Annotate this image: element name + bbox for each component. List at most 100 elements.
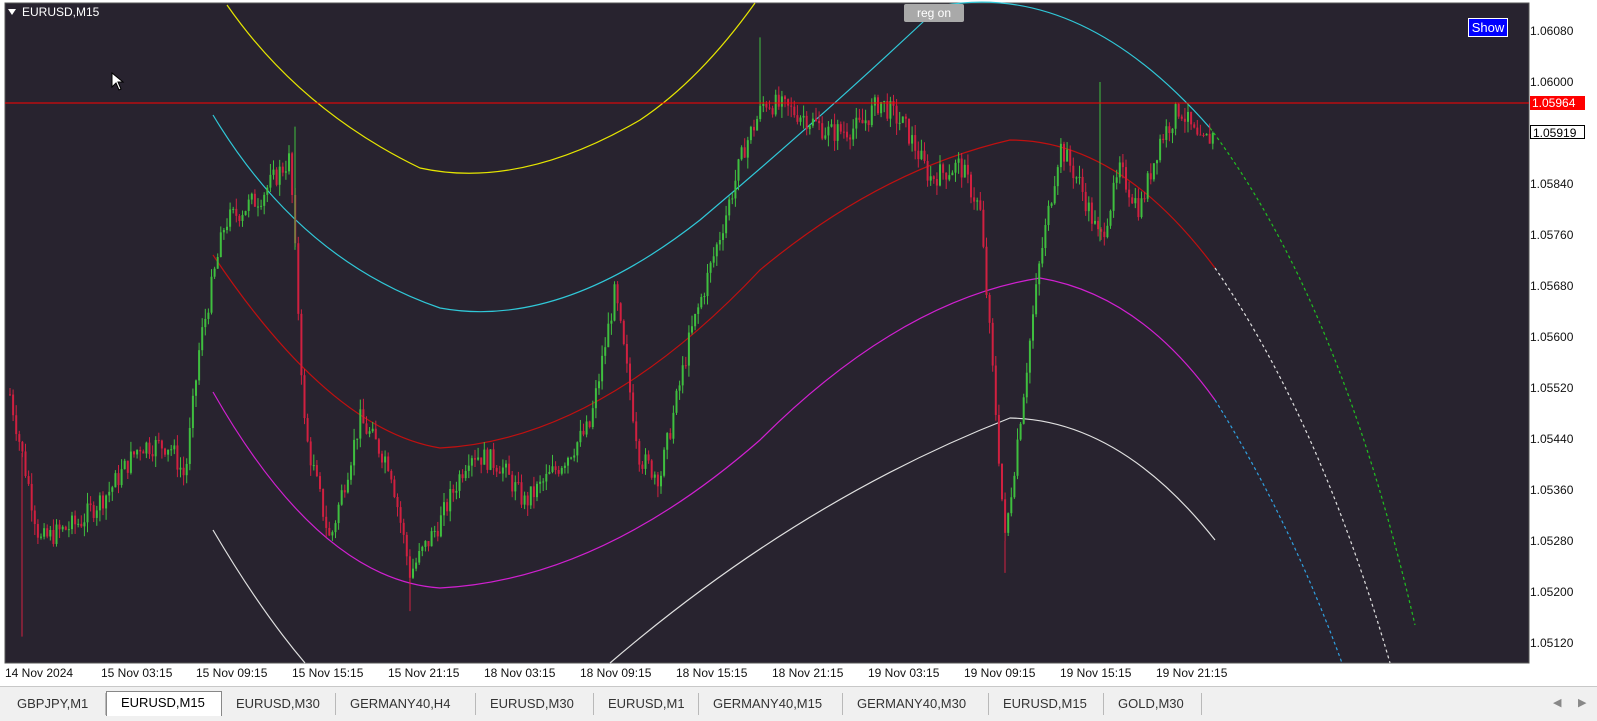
- candle-body: [638, 441, 641, 465]
- candle-body: [204, 318, 207, 328]
- candle-body: [948, 175, 951, 180]
- candle-body: [536, 483, 538, 498]
- candle-body: [895, 105, 898, 124]
- candle-body: [768, 107, 771, 109]
- tab-germany40-h4[interactable]: GERMANY40,H4: [336, 693, 476, 715]
- candle-body: [89, 503, 92, 506]
- tab-eurusd-m15[interactable]: EURUSD,M15: [106, 691, 222, 716]
- time-axis-label: 15 Nov 15:15: [292, 666, 364, 680]
- candle-body: [43, 528, 46, 537]
- candle-body: [613, 284, 616, 321]
- candle: [297, 236, 300, 321]
- candle-body: [71, 515, 73, 530]
- candle-body: [232, 208, 235, 210]
- candle-body: [235, 208, 238, 216]
- candle-body: [67, 529, 70, 531]
- scroll-right-icon[interactable]: ▶: [1578, 696, 1586, 709]
- candle-body: [195, 380, 197, 396]
- candle-body: [697, 307, 700, 314]
- tab-gbpjpy-m1[interactable]: GBPJPY,M1: [3, 693, 106, 715]
- candle-body: [604, 347, 607, 356]
- candle-body: [1165, 126, 1168, 140]
- collapse-triangle-icon[interactable]: [8, 9, 16, 15]
- candle-body: [746, 140, 749, 158]
- reg-on-button[interactable]: reg on: [904, 4, 964, 22]
- candle-body: [49, 529, 52, 537]
- candle-body: [9, 394, 11, 396]
- chart-canvas[interactable]: [0, 0, 1597, 686]
- chart-window[interactable]: EURUSD,M15 reg on Show 1.06080 1.06000 1.0…: [0, 0, 1597, 686]
- price-axis-label: 1.05120: [1530, 636, 1574, 650]
- candle-body: [92, 505, 95, 518]
- candle-body: [635, 421, 638, 442]
- candle-body: [179, 467, 182, 470]
- tab-germany40-m15[interactable]: GERMANY40,M15: [699, 693, 843, 715]
- candle-body: [1078, 176, 1081, 178]
- candle: [650, 459, 653, 480]
- candle-body: [145, 442, 148, 454]
- candle: [1001, 463, 1003, 502]
- candle-body: [722, 233, 724, 240]
- candle-body: [1171, 128, 1174, 134]
- candle-body: [1118, 162, 1121, 178]
- candle-body: [753, 126, 755, 131]
- candle-body: [622, 320, 625, 345]
- candle-body: [167, 449, 170, 455]
- candle-body: [508, 463, 511, 475]
- candle-body: [734, 180, 737, 199]
- price-axis-label: 1.05680: [1530, 279, 1574, 293]
- candle-body: [644, 454, 647, 469]
- candle-body: [455, 490, 458, 493]
- candle-body: [653, 474, 656, 478]
- candle-body: [582, 430, 585, 435]
- candle-body: [970, 174, 972, 198]
- tab-eurusd-m1[interactable]: EURUSD,M1: [594, 693, 699, 715]
- candle-body: [464, 470, 467, 479]
- tab-eurusd-m30[interactable]: EURUSD,M30: [222, 693, 336, 715]
- candle-body: [83, 522, 86, 527]
- candle-body: [210, 276, 213, 313]
- candle-body: [384, 456, 387, 463]
- candle-body: [1115, 177, 1118, 183]
- show-button[interactable]: Show: [1468, 18, 1508, 37]
- candle-body: [505, 463, 507, 468]
- candle-body: [123, 460, 126, 470]
- scroll-left-icon[interactable]: ◀: [1553, 696, 1561, 709]
- candle-body: [27, 476, 30, 484]
- candle-body: [787, 99, 790, 106]
- candle: [1019, 422, 1022, 441]
- tab-gold-m30[interactable]: GOLD,M30: [1104, 693, 1202, 715]
- candle-body: [61, 526, 64, 530]
- candle-body: [811, 118, 814, 126]
- candle-body: [1137, 198, 1140, 218]
- candle-body: [656, 474, 659, 487]
- current-price-tag: 1.05964: [1530, 96, 1585, 110]
- candle-body: [923, 150, 926, 161]
- candle-body: [427, 540, 430, 547]
- candle: [1177, 103, 1180, 119]
- candle-body: [945, 172, 948, 180]
- candle-body: [275, 169, 278, 185]
- candle-body: [548, 471, 551, 474]
- candle-body: [238, 215, 241, 222]
- candle-body: [474, 458, 476, 460]
- time-axis-label: 15 Nov 21:15: [388, 666, 460, 680]
- tab-germany40-m30[interactable]: GERMANY40,M30: [843, 693, 989, 715]
- candle: [275, 167, 278, 187]
- candle-body: [467, 465, 470, 471]
- candle-body: [802, 115, 805, 118]
- candle-body: [495, 467, 498, 472]
- candle-body: [269, 174, 272, 188]
- candle-body: [272, 169, 275, 175]
- candle-body: [452, 488, 455, 493]
- candle-body: [694, 313, 697, 327]
- candle: [1013, 471, 1016, 499]
- candle-body: [793, 106, 796, 116]
- candle-body: [765, 103, 768, 108]
- candle-body: [663, 449, 666, 476]
- tab-eurusd-m15[interactable]: EURUSD,M15: [989, 693, 1104, 715]
- time-axis-label: 18 Nov 15:15: [676, 666, 748, 680]
- tab-eurusd-m30[interactable]: EURUSD,M30: [476, 693, 594, 715]
- candle: [908, 118, 910, 146]
- candle: [303, 369, 306, 425]
